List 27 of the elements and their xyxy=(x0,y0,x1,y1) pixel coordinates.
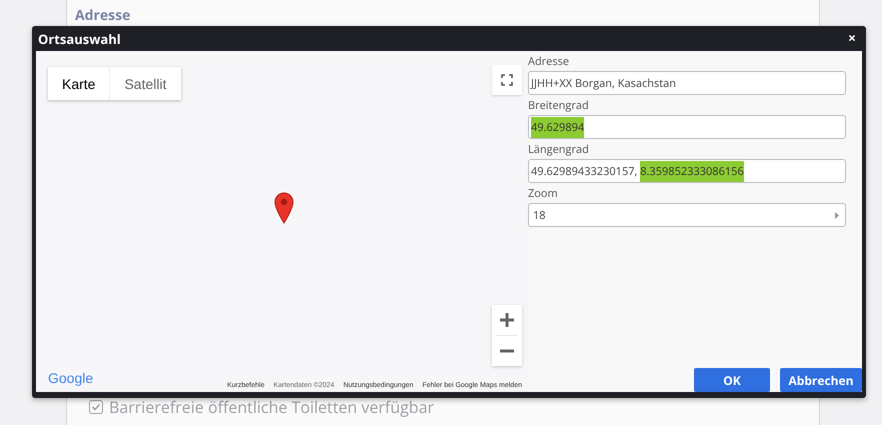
zoom-in-button[interactable] xyxy=(492,305,522,335)
zoom-out-button[interactable] xyxy=(492,336,522,366)
check-icon xyxy=(90,401,102,413)
input-field[interactable]: 49.629894 xyxy=(528,115,846,139)
map-pin-icon[interactable] xyxy=(274,192,294,224)
field-label: Adresse xyxy=(528,55,570,69)
ok-button[interactable]: OK xyxy=(694,368,770,392)
input-field[interactable]: JJHH+XX Borgan, Kasachstan xyxy=(528,71,846,95)
checkbox-label: Barrierefreie öffentliche Toiletten verfügbar xyxy=(109,396,434,418)
map-type-tab[interactable]: Karte xyxy=(48,67,110,100)
map-type-tab[interactable]: Satellit xyxy=(109,67,180,100)
map-logo: Google xyxy=(48,370,94,386)
field-label: Breitengrad xyxy=(528,99,590,113)
fullscreen-icon xyxy=(501,74,513,86)
fullscreen-button[interactable] xyxy=(492,65,522,95)
input-field[interactable]: 49.62989433230157, 8.359852333086156 xyxy=(528,159,846,183)
zoom-select[interactable]: 18 xyxy=(528,203,846,227)
dialog-title: Ortsauswahl xyxy=(38,30,121,48)
minus-icon xyxy=(499,349,515,353)
close-button[interactable]: × xyxy=(844,29,860,48)
field-label: Zoom xyxy=(528,187,559,201)
section-heading: Adresse xyxy=(75,6,130,25)
plus-icon xyxy=(499,312,515,328)
field-label: Längengrad xyxy=(528,143,590,157)
checkbox[interactable] xyxy=(89,400,103,414)
caret-icon xyxy=(835,212,839,218)
cancel-button[interactable]: Abbrechen xyxy=(780,368,862,392)
